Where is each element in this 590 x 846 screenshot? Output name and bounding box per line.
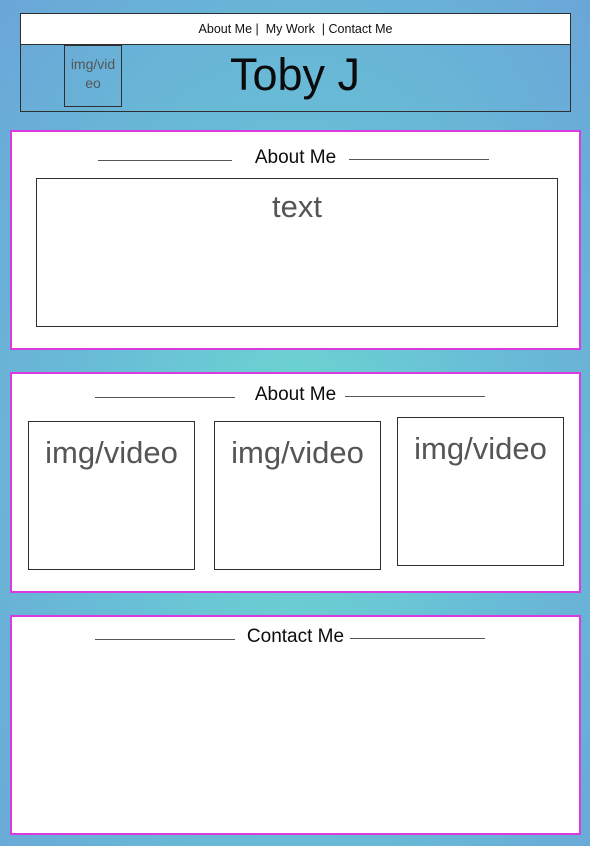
nav-bar: About Me | My Work | Contact Me (20, 13, 571, 45)
nav-separator: | (255, 22, 259, 36)
nav-about-me-link[interactable]: About Me (199, 22, 253, 36)
media-placeholder-1: img/video (28, 421, 195, 570)
about-text-box: text (36, 178, 558, 327)
site-title: Toby J (229, 49, 361, 100)
section-heading: Contact Me (12, 626, 579, 648)
about-me-section: About Me text (10, 130, 581, 350)
section-heading: About Me (12, 384, 579, 406)
media-placeholder-2: img/video (214, 421, 381, 570)
nav-separator: | (321, 22, 326, 36)
nav-my-work-link[interactable]: My Work (266, 22, 315, 36)
section-heading: About Me (12, 147, 579, 169)
media-placeholder-3: img/video (397, 417, 564, 566)
work-media-section: About Me img/video img/video img/video (10, 372, 581, 593)
nav-contact-me-link[interactable]: Contact Me (329, 22, 393, 36)
contact-me-section: Contact Me (10, 615, 581, 835)
